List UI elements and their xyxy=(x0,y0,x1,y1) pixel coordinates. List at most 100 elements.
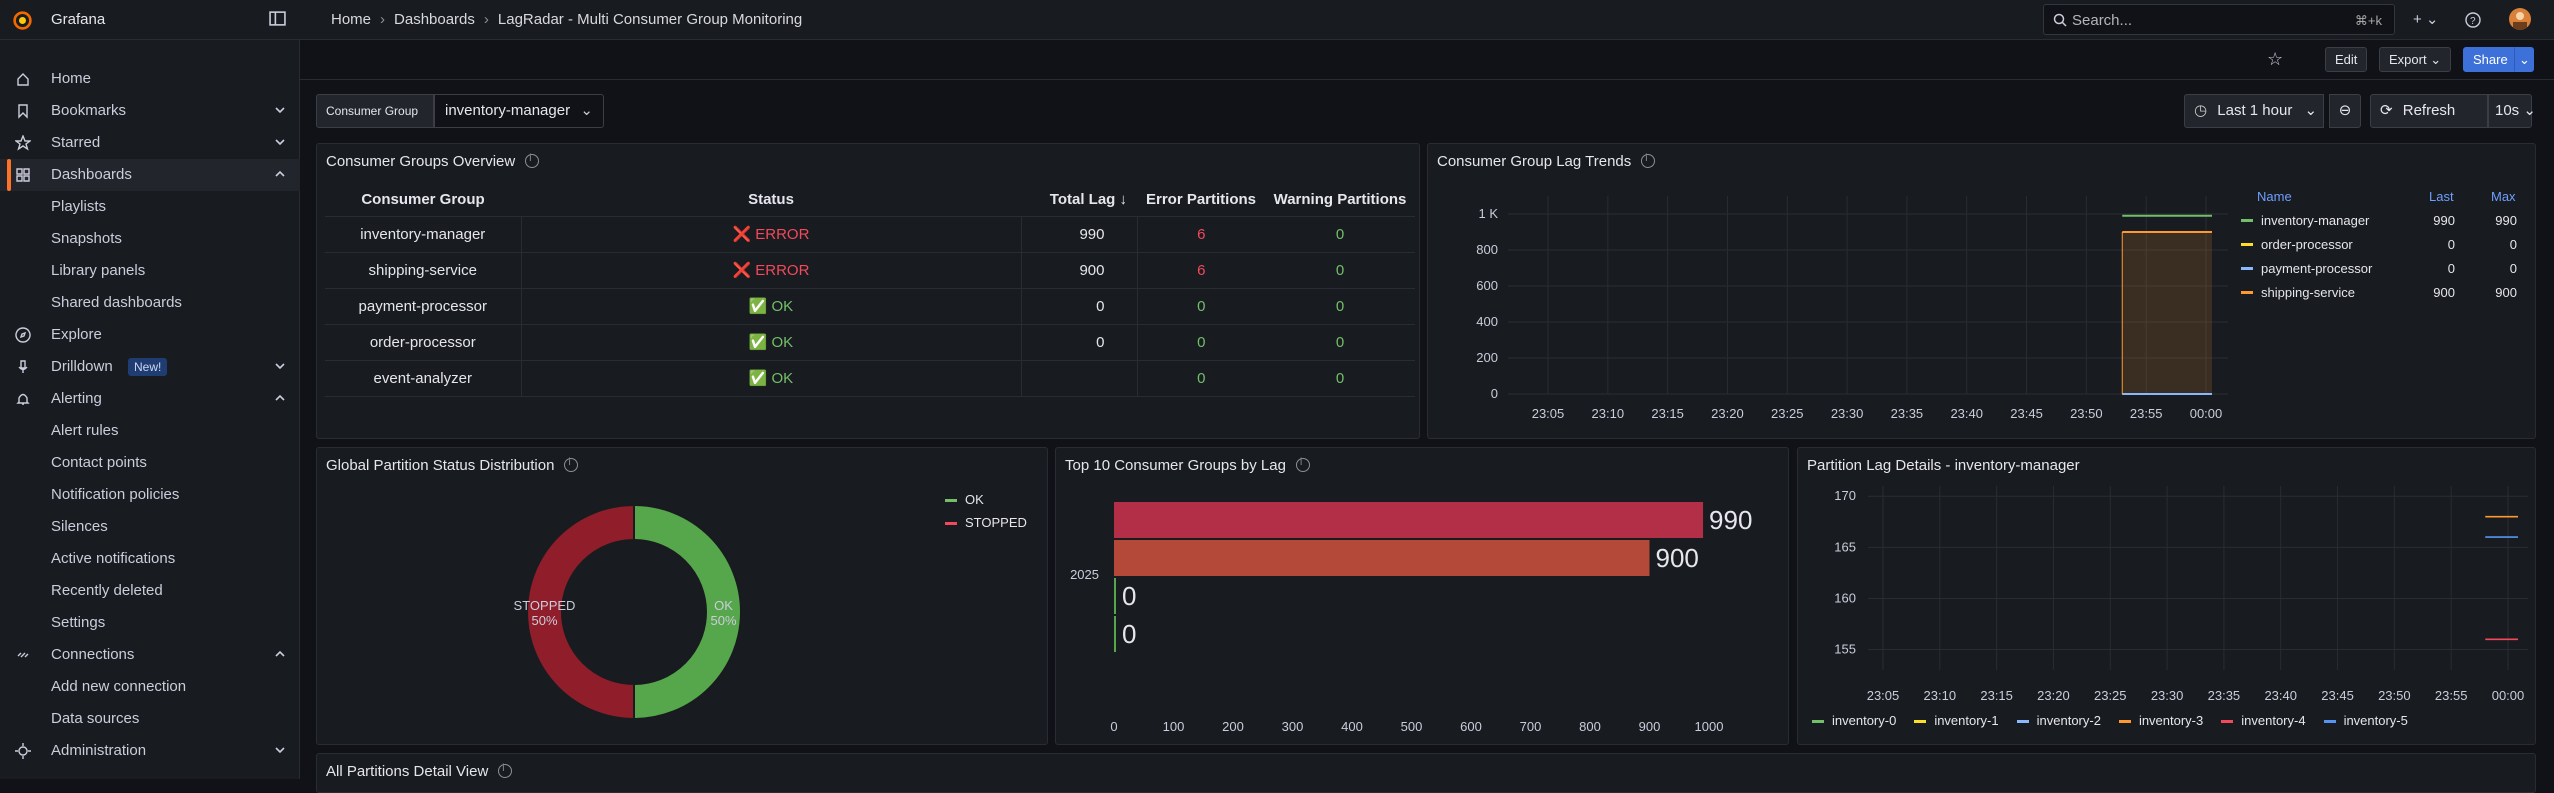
chevron-down-icon[interactable] xyxy=(274,136,286,148)
sidebar-item-bookmarks[interactable]: Bookmarks xyxy=(0,95,300,127)
legend-item[interactable]: inventory-3 xyxy=(2118,713,2203,728)
total-lag-label: Total Lag xyxy=(1049,191,1116,209)
consumer-group-select[interactable]: inventory-manager ⌄ xyxy=(434,94,604,128)
sidebar-item-shared-dashboards[interactable]: Shared dashboards xyxy=(0,287,300,319)
sidebar-item-recently-deleted[interactable]: Recently deleted xyxy=(0,575,300,607)
panel-consumer-groups-overview: Consumer Groups Overview Consumer Group … xyxy=(316,143,1420,439)
sidebar-item-drilldown[interactable]: Drilldown New! xyxy=(0,351,300,383)
zoom-out-button[interactable]: ⊖ xyxy=(2329,94,2361,128)
sidebar-item-settings[interactable]: Settings xyxy=(0,607,300,639)
table-row[interactable]: payment-processor ✅ OK 0 0 0 xyxy=(325,288,1415,325)
plus-icon[interactable]: + ⌄ xyxy=(2413,10,2439,28)
sidebar-item-notification-policies[interactable]: Notification policies xyxy=(0,479,300,511)
chevron-up-icon[interactable] xyxy=(274,392,286,404)
legend-row[interactable]: shipping-service 900 900 xyxy=(2241,281,2531,305)
partition-lag-chart[interactable]: 155 160 165 170 23:05 23:10 23:15 23:20 23:25 23:… xyxy=(1798,478,2536,718)
sidebar-item-silences[interactable]: Silences xyxy=(0,511,300,543)
column-header-warning-partitions[interactable]: Warning Partitions xyxy=(1265,184,1415,217)
sidebar-item-home[interactable]: Home xyxy=(0,63,300,95)
table-row[interactable]: order-processor ✅ OK 0 0 0 xyxy=(325,324,1415,361)
help-icon[interactable]: ? xyxy=(2465,12,2481,28)
sidebar-item-explore[interactable]: Explore xyxy=(0,319,300,351)
column-header-consumer-group[interactable]: Consumer Group xyxy=(325,184,521,217)
info-icon[interactable] xyxy=(525,153,540,168)
legend-header-name[interactable]: Name xyxy=(2257,189,2292,204)
legend-item[interactable]: inventory-4 xyxy=(2221,713,2306,728)
column-header-error-partitions[interactable]: Error Partitions xyxy=(1137,184,1265,217)
table-row[interactable]: inventory-manager ❌ ERROR 990 6 0 xyxy=(325,216,1415,253)
bar[interactable] xyxy=(1114,502,1704,538)
x-tick-label: 23:45 xyxy=(2321,688,2354,703)
panel-top-10-consumer-groups: Top 10 Consumer Groups by Lag 0100200300… xyxy=(1055,447,1789,745)
dock-menu-icon[interactable] xyxy=(269,10,286,27)
sidebar-item-playlists[interactable]: Playlists xyxy=(0,191,300,223)
top-bar: Grafana Home › Dashboards › LagRadar - Multi… xyxy=(0,0,2554,40)
cell-warning-partitions: 0 xyxy=(1265,288,1415,325)
series-area-shipping-service xyxy=(2122,232,2212,394)
table-row[interactable]: event-analyzer ✅ OK 0 0 xyxy=(325,360,1415,397)
sidebar-item-contact-points[interactable]: Contact points xyxy=(0,447,300,479)
time-range-picker[interactable]: ◷ Last 1 hour ⌄ xyxy=(2184,94,2324,128)
x-tick-label: 23:15 xyxy=(1651,406,1684,421)
legend-item[interactable]: inventory-1 xyxy=(1914,713,1999,728)
sidebar-item-connections[interactable]: Connections xyxy=(0,639,300,671)
breadcrumb-home[interactable]: Home xyxy=(331,11,371,28)
sidebar-item-alert-rules[interactable]: Alert rules xyxy=(0,415,300,447)
sidebar-item-data-sources[interactable]: Data sources xyxy=(0,703,300,735)
bar[interactable] xyxy=(1114,578,1116,614)
legend-item[interactable]: inventory-5 xyxy=(2323,713,2408,728)
legend-max: 0 xyxy=(2509,237,2517,252)
sidebar-item-snapshots[interactable]: Snapshots xyxy=(0,223,300,255)
chevron-down-icon[interactable] xyxy=(274,360,286,372)
export-button[interactable]: Export ⌄ xyxy=(2379,47,2452,72)
breadcrumb-dashboards[interactable]: Dashboards xyxy=(394,11,475,28)
legend-row[interactable]: inventory-manager 990 990 xyxy=(2241,209,2531,233)
chevron-up-icon[interactable] xyxy=(274,648,286,660)
refresh-interval-select[interactable]: 10s ⌄ xyxy=(2488,94,2536,128)
legend-swatch xyxy=(2241,291,2253,294)
bar[interactable] xyxy=(1114,616,1116,652)
legend-item[interactable]: OK xyxy=(945,492,1027,515)
check-icon: ✅ xyxy=(748,370,768,387)
x-tick-label: 300 xyxy=(1282,719,1304,734)
refresh-button[interactable]: ⟳ Refresh xyxy=(2370,94,2488,128)
legend-max: 900 xyxy=(2495,285,2517,300)
top-10-bar-chart[interactable]: 0 100 200 300 400 500 600 700 800 900 1000 990 900 0 0… xyxy=(1056,448,1789,745)
cell-status: ✅ OK xyxy=(521,324,1022,361)
bar[interactable] xyxy=(1114,540,1650,576)
sidebar-item-starred[interactable]: Starred xyxy=(0,127,300,159)
panel-title: Consumer Group Lag Trends xyxy=(1437,153,1656,170)
x-tick-label: 23:40 xyxy=(2264,688,2297,703)
info-icon[interactable] xyxy=(1641,153,1656,168)
share-button[interactable]: Share xyxy=(2463,47,2518,72)
edit-button[interactable]: Edit xyxy=(2325,47,2368,72)
table-row[interactable]: shipping-service ❌ ERROR 900 6 0 xyxy=(325,252,1415,289)
sidebar-item-active-notifications[interactable]: Active notifications xyxy=(0,543,300,575)
legend-item[interactable]: inventory-0 xyxy=(1812,713,1896,728)
chevron-down-icon[interactable] xyxy=(274,104,286,116)
chevron-down-icon[interactable] xyxy=(274,744,286,756)
avatar[interactable] xyxy=(2509,8,2531,30)
info-icon[interactable] xyxy=(498,763,513,778)
legend-item[interactable]: STOPPED xyxy=(945,515,1027,538)
sidebar-item-add-new-connection[interactable]: Add new connection xyxy=(0,671,300,703)
y-tick-label: 155 xyxy=(1834,642,1856,657)
share-dropdown-button[interactable]: ⌄ xyxy=(2514,47,2534,72)
legend-row[interactable]: payment-processor 0 0 xyxy=(2241,257,2531,281)
chevron-up-icon[interactable] xyxy=(274,168,286,180)
star-icon[interactable]: ☆ xyxy=(2267,49,2283,70)
sidebar-item-library-panels[interactable]: Library panels xyxy=(0,255,300,287)
legend-row[interactable]: order-processor 0 0 xyxy=(2241,233,2531,257)
legend-item[interactable]: inventory-2 xyxy=(2016,713,2101,728)
column-header-total-lag[interactable]: Total Lag ↓ xyxy=(1021,184,1137,217)
sidebar-item-dashboards[interactable]: Dashboards xyxy=(0,159,300,191)
column-header-status[interactable]: Status xyxy=(521,184,1021,217)
search-input[interactable]: Search... ⌘+k xyxy=(2043,4,2395,35)
sidebar-item-alerting[interactable]: Alerting xyxy=(0,383,300,415)
legend-header-max[interactable]: Max xyxy=(2491,189,2516,204)
status-donut-chart[interactable]: OK50%STOPPED50% xyxy=(317,448,1048,745)
legend-header-last[interactable]: Last xyxy=(2429,189,2454,204)
sidebar-item-administration[interactable]: Administration xyxy=(0,735,300,767)
grafana-logo-icon[interactable] xyxy=(12,10,33,31)
lag-trends-chart[interactable]: 0 200 400 600 800 1 K 23:05 23:10 23:15 23:20 23:2… xyxy=(1428,184,2238,434)
